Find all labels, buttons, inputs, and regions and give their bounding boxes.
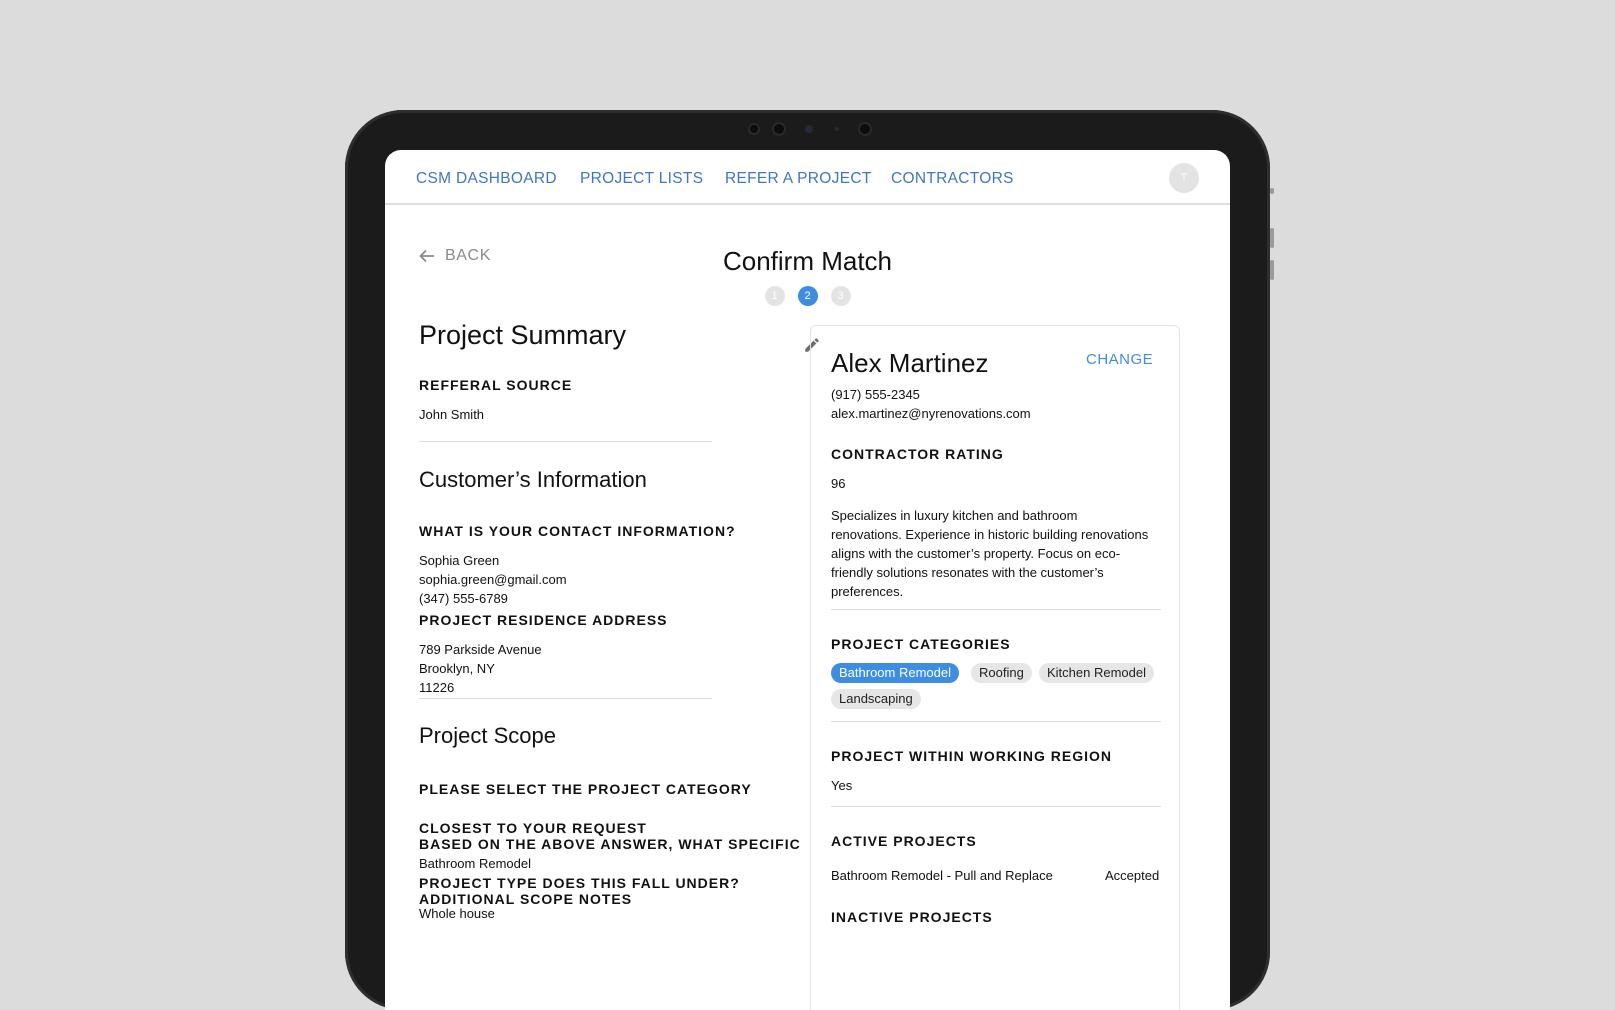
avatar[interactable]: T <box>1169 163 1199 193</box>
contact-name: Sophia Green <box>419 553 500 568</box>
project-scope-title: Project Scope <box>419 723 556 748</box>
nav-refer-a-project[interactable]: REFER A PROJECT <box>725 170 872 188</box>
volume-down-button <box>1270 260 1274 280</box>
contact-phone: (347) 555-6789 <box>419 591 508 606</box>
categories-label: PROJECT CATEGORIES <box>831 636 1011 652</box>
address-line2: Brooklyn, NY <box>419 661 495 676</box>
side-button <box>1270 188 1274 194</box>
referral-source-value: John Smith <box>419 407 485 422</box>
region-value: Yes <box>831 778 853 793</box>
address-zip: 11226 <box>419 680 455 695</box>
sensor-icon <box>835 127 839 131</box>
customer-info-title: Customer’s Information <box>419 467 647 492</box>
top-nav: CSM DASHBOARD PROJECT LISTS REFER A PROJ… <box>385 150 1230 205</box>
type-label-line1: BASED ON THE ABOVE ANSWER, WHAT SPECIFIC <box>419 836 801 852</box>
inactive-projects-label: INACTIVE PROJECTS <box>831 909 993 925</box>
contact-email: sophia.green@gmail.com <box>419 572 567 587</box>
divider <box>419 441 712 442</box>
referral-source-label: REFFERAL SOURCE <box>419 377 573 393</box>
volume-up-button <box>1270 228 1274 248</box>
notes-label: ADDITIONAL SCOPE NOTES <box>419 891 633 907</box>
camera-bar <box>345 122 1270 136</box>
app-screen: CSM DASHBOARD PROJECT LISTS REFER A PROJ… <box>385 150 1230 1010</box>
category-chip[interactable]: Bathroom Remodel <box>831 663 959 683</box>
active-project-name: Bathroom Remodel - Pull and Replace <box>831 868 1053 883</box>
category-value: Bathroom Remodel <box>419 856 531 871</box>
rating-value: 96 <box>831 476 846 491</box>
description-line: aligns with the customer’s property. Foc… <box>831 546 1121 561</box>
category-label-line1: PLEASE SELECT THE PROJECT CATEGORY <box>419 781 752 797</box>
divider <box>831 806 1161 807</box>
step-2: 2 <box>797 286 818 306</box>
camera-icon <box>858 122 872 136</box>
description-line: preferences. <box>831 584 904 599</box>
sensor-icon <box>805 125 813 133</box>
contractor-card: Alex Martinez CHANGE (917) 555-2345 alex… <box>810 325 1180 1010</box>
camera-icon <box>772 122 786 136</box>
notes-value: Whole house <box>419 906 495 921</box>
category-label-line2: CLOSEST TO YOUR REQUEST <box>419 820 647 836</box>
step-1: 1 <box>764 286 785 306</box>
nav-csm-dashboard[interactable]: CSM DASHBOARD <box>416 170 557 188</box>
region-label: PROJECT WITHIN WORKING REGION <box>831 748 1112 764</box>
contractor-name: Alex Martinez <box>831 348 989 378</box>
contact-info-label: WHAT IS YOUR CONTACT INFORMATION? <box>419 523 736 539</box>
divider <box>419 698 712 699</box>
category-chip[interactable]: Kitchen Remodel <box>1039 663 1154 683</box>
summary-title: Project Summary <box>419 320 627 350</box>
active-projects-label: ACTIVE PROJECTS <box>831 833 977 849</box>
tablet-frame: CSM DASHBOARD PROJECT LISTS REFER A PROJ… <box>345 110 1274 1010</box>
contractor-phone: (917) 555-2345 <box>831 387 920 402</box>
nav-contractors[interactable]: CONTRACTORS <box>891 170 1014 188</box>
description-line: friendly solutions resonates with the cu… <box>831 565 1104 580</box>
address-label: PROJECT RESIDENCE ADDRESS <box>419 612 668 628</box>
category-chip[interactable]: Roofing <box>971 663 1032 683</box>
divider <box>831 721 1161 722</box>
change-button[interactable]: CHANGE <box>1086 351 1153 368</box>
contractor-email: alex.martinez@nyrenovations.com <box>831 406 1031 421</box>
nav-project-lists[interactable]: PROJECT LISTS <box>580 170 703 188</box>
description-line: Specializes in luxury kitchen and bathro… <box>831 508 1078 523</box>
step-indicator: 1 2 3 <box>385 286 1230 306</box>
step-3: 3 <box>830 286 851 306</box>
camera-icon <box>748 123 760 135</box>
divider <box>831 609 1161 610</box>
address-line1: 789 Parkside Avenue <box>419 642 542 657</box>
type-label-line2: PROJECT TYPE DOES THIS FALL UNDER? <box>419 875 740 891</box>
rating-label: CONTRACTOR RATING <box>831 446 1004 462</box>
category-chip[interactable]: Landscaping <box>831 689 921 709</box>
description-line: renovations. Experience in historic buil… <box>831 527 1149 542</box>
page-title: Confirm Match <box>722 246 893 276</box>
active-project-status: Accepted <box>1105 868 1160 883</box>
